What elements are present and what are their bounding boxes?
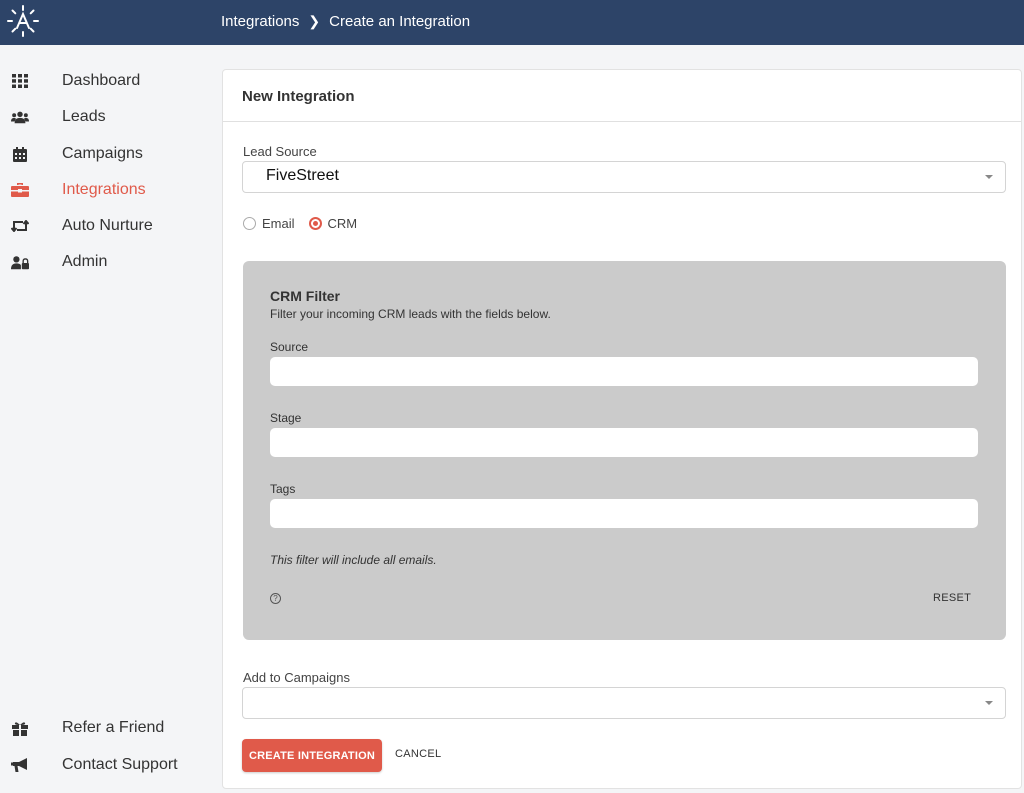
sidebar-item-label: Integrations <box>62 181 146 198</box>
breadcrumb: Integrations ❯ Create an Integration <box>221 13 470 30</box>
tags-label: Tags <box>270 482 296 496</box>
radio-crm[interactable]: CRM <box>308 216 358 231</box>
user-lock-icon <box>11 254 29 270</box>
calendar-icon <box>11 146 29 162</box>
radio-circle[interactable] <box>243 217 256 230</box>
source-input[interactable] <box>270 357 978 386</box>
integration-type-radio-group: Email CRM <box>243 216 371 231</box>
source-label: Source <box>270 340 309 354</box>
sidebar: Dashboard Leads Campaigns Integrations A… <box>0 45 205 793</box>
top-bar: Integrations ❯ Create an Integration <box>0 0 1024 45</box>
grid-icon <box>11 73 29 89</box>
caret-down-icon <box>985 175 993 179</box>
lead-source-select[interactable]: FiveStreet <box>242 161 1006 193</box>
card-header: New Integration <box>223 70 1021 122</box>
sidebar-item-leads[interactable]: Leads <box>0 102 205 132</box>
radio-circle[interactable] <box>308 217 322 230</box>
add-to-campaigns-label: Add to Campaigns <box>243 670 350 685</box>
sidebar-item-label: Leads <box>62 108 106 125</box>
stage-label: Stage <box>270 411 302 425</box>
sidebar-item-dashboard[interactable]: Dashboard <box>0 66 205 96</box>
toolbox-icon <box>11 182 29 198</box>
sidebar-item-contact-support[interactable]: Contact Support <box>0 750 205 780</box>
caret-down-icon <box>985 701 993 705</box>
new-integration-card: New Integration Lead Source FiveStreet E… <box>222 69 1022 789</box>
radio-email-label: Email <box>262 216 295 231</box>
card-title: New Integration <box>242 88 355 105</box>
sunburst-a-logo-icon[interactable] <box>6 4 40 38</box>
sidebar-item-label: Auto Nurture <box>62 217 153 234</box>
breadcrumb-integrations[interactable]: Integrations <box>221 13 299 30</box>
retweet-icon <box>11 218 29 234</box>
reset-button[interactable]: RESET <box>933 592 971 604</box>
sidebar-item-campaigns[interactable]: Campaigns <box>0 139 205 169</box>
sidebar-item-label: Admin <box>62 253 108 270</box>
tags-input[interactable] <box>270 499 978 528</box>
cancel-button[interactable]: CANCEL <box>395 748 441 760</box>
sidebar-item-label: Campaigns <box>62 145 143 162</box>
sidebar-item-integrations[interactable]: Integrations <box>0 175 205 205</box>
crm-filter-title: CRM Filter <box>270 288 340 304</box>
radio-email[interactable]: Email <box>243 216 295 231</box>
radio-crm-label: CRM <box>327 216 358 231</box>
add-to-campaigns-select[interactable] <box>242 687 1006 719</box>
stage-input[interactable] <box>270 428 978 457</box>
gift-icon <box>11 720 29 736</box>
sidebar-item-admin[interactable]: Admin <box>0 247 205 277</box>
lead-source-value: FiveStreet <box>266 167 339 184</box>
sidebar-item-label: Dashboard <box>62 72 141 89</box>
create-integration-button[interactable]: CREATE INTEGRATION <box>242 739 382 772</box>
lead-source-label: Lead Source <box>243 144 317 159</box>
sidebar-item-label: Contact Support <box>62 756 178 773</box>
megaphone-icon <box>11 757 29 773</box>
sidebar-item-auto-nurture[interactable]: Auto Nurture <box>0 211 205 241</box>
sidebar-item-refer-a-friend[interactable]: Refer a Friend <box>0 713 205 743</box>
sidebar-item-label: Refer a Friend <box>62 719 165 736</box>
crm-filter-subtitle: Filter your incoming CRM leads with the … <box>270 307 551 321</box>
users-icon <box>11 109 29 125</box>
crm-filter-panel: CRM Filter Filter your incoming CRM lead… <box>243 261 1006 640</box>
filter-note: This filter will include all emails. <box>270 553 437 567</box>
chevron-right-icon: ❯ <box>308 13 321 29</box>
breadcrumb-create-integration: Create an Integration <box>329 13 471 30</box>
question-circle-icon[interactable]: ? <box>270 593 281 604</box>
